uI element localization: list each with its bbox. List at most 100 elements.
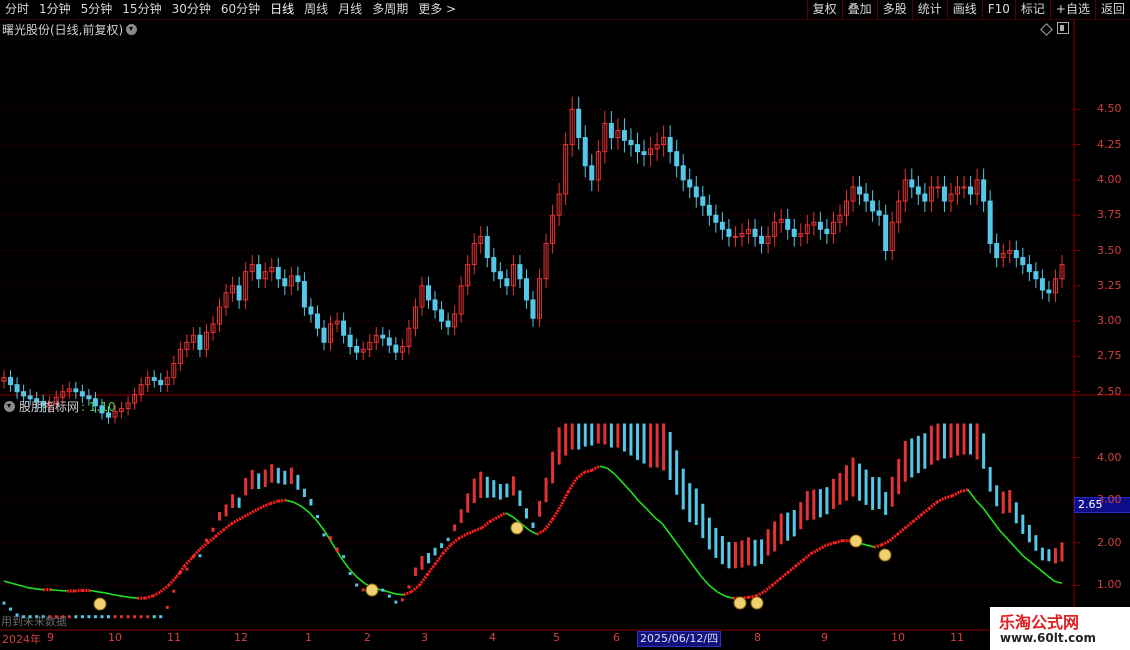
- indicator-ma-segment: [583, 468, 593, 474]
- indicator-ma-segment: [614, 474, 624, 484]
- indicator-bar: [675, 450, 679, 495]
- indicator-bar: [720, 535, 724, 565]
- indicator-ma-segment: [19, 584, 28, 589]
- x-tick-label: 2: [364, 631, 371, 644]
- indicator-bar: [413, 567, 417, 576]
- indicator-ma-segment: [724, 595, 734, 599]
- chevron-down-icon[interactable]: [126, 24, 138, 35]
- candle-body: [667, 137, 673, 153]
- indicator-bar: [740, 540, 744, 568]
- indicator-bar: [218, 512, 222, 521]
- x-tick-label: 10: [891, 631, 905, 644]
- indicator-bar: [381, 588, 385, 592]
- indicator-ma-segment: [222, 522, 233, 532]
- indicator-ma-segment: [97, 591, 107, 594]
- chevron-down-icon[interactable]: [4, 401, 15, 412]
- candle-body: [981, 179, 987, 202]
- candle-body: [621, 129, 627, 141]
- candle-body: [484, 235, 490, 259]
- indicator-ma-segment: [3, 580, 13, 585]
- candle-body: [576, 108, 582, 139]
- indicator-bar: [459, 509, 463, 523]
- indicator-ma-segment: [661, 523, 671, 535]
- candle-body: [308, 306, 314, 315]
- indicator-bar: [479, 471, 483, 499]
- indicator-ma-segment: [794, 558, 805, 568]
- buy-signal-icon: [849, 534, 863, 548]
- indicator-bar: [688, 483, 692, 523]
- indicator-ma-segment: [669, 533, 679, 546]
- maximize-icon[interactable]: [1057, 22, 1069, 34]
- candle-body: [674, 151, 680, 167]
- indicator-bar: [949, 423, 953, 458]
- indicator-bar: [106, 615, 110, 619]
- indicator-ma-segment: [356, 576, 366, 584]
- indicator-bar: [609, 423, 613, 448]
- indicator-bar: [564, 423, 568, 456]
- indicator-bar: [551, 451, 555, 484]
- indicator-ma-segment: [951, 490, 961, 498]
- indicator-bar: [812, 489, 816, 520]
- indicator-bar: [302, 488, 306, 498]
- indicator-ma-segment: [559, 490, 570, 508]
- indicator-bar: [263, 469, 267, 487]
- indicator-bar: [198, 554, 202, 558]
- x-tick-label: 3: [421, 631, 428, 644]
- candle-body: [1013, 250, 1019, 259]
- y-tick-label: 4.50: [1097, 102, 1122, 116]
- candle-body: [321, 327, 327, 343]
- indicator-ma-segment: [497, 511, 507, 519]
- candle-body: [700, 196, 706, 206]
- indicator-bar: [276, 467, 280, 484]
- indicator-bar: [831, 478, 835, 509]
- candle-body: [726, 228, 732, 237]
- indicator-bar: [446, 537, 450, 542]
- diamond-icon[interactable]: [1040, 23, 1053, 36]
- candle-body: [1039, 278, 1045, 291]
- indicator-ma-segment: [982, 508, 993, 520]
- candle-body: [1046, 289, 1052, 294]
- indicator-bar: [897, 458, 901, 495]
- candle-body: [693, 186, 699, 198]
- indicator-bar: [2, 601, 6, 605]
- candle-body: [719, 221, 725, 230]
- indicator-ma-segment: [198, 541, 209, 551]
- indicator-bar: [903, 440, 907, 482]
- buy-signal-icon: [93, 597, 107, 611]
- indicator-bar: [936, 423, 940, 461]
- indicator-ma-segment: [457, 532, 468, 540]
- indicator-bar: [472, 478, 476, 504]
- indicator-bar: [969, 423, 973, 455]
- x-tick-label: 9: [821, 631, 828, 644]
- candle-body: [876, 210, 882, 216]
- candle-body: [314, 313, 320, 329]
- indicator-ma-segment: [35, 588, 44, 591]
- candle-body: [517, 264, 523, 280]
- indicator-ma-segment: [802, 552, 813, 562]
- candle-body: [14, 384, 20, 393]
- indicator-bar: [662, 423, 666, 471]
- indicator-bar: [864, 469, 868, 505]
- indicator-ma-segment: [489, 515, 499, 523]
- indicator-bar: [329, 536, 333, 541]
- candle-body: [347, 334, 353, 348]
- chart-canvas[interactable]: [0, 0, 1130, 650]
- indicator-bar: [668, 432, 672, 481]
- candle-body: [941, 186, 947, 202]
- indicator-bar: [988, 466, 992, 492]
- candle-body: [994, 242, 1000, 259]
- indicator-bar: [649, 423, 653, 468]
- x-tick-label: 11: [950, 631, 964, 644]
- indicator-bar: [80, 615, 84, 619]
- indicator-bar: [420, 556, 424, 570]
- candle-body: [8, 377, 14, 386]
- indicator-ma-segment: [27, 586, 36, 590]
- x-tick-label: 5: [553, 631, 560, 644]
- indicator-bar: [929, 425, 933, 465]
- indicator-bar: [590, 423, 594, 446]
- indicator-ma-segment: [700, 576, 710, 586]
- indicator-ma-segment: [293, 501, 303, 508]
- x-tick-label: 2024年: [2, 633, 41, 646]
- indicator-ma-segment: [826, 541, 836, 547]
- x-tick-label: 8: [754, 631, 761, 644]
